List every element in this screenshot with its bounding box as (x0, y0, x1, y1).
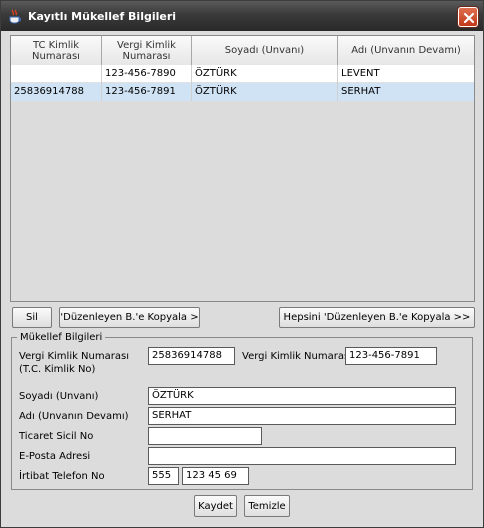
telefon-area-code-field[interactable]: 555 (148, 467, 179, 485)
table-header: TC Kimlik Numarası Vergi Kimlik Numarası… (11, 36, 474, 65)
delete-button[interactable]: Sil (12, 307, 52, 328)
telefon-number-field[interactable]: 123 45 69 (182, 467, 249, 485)
group-title: Mükellef Bilgileri (17, 331, 106, 344)
column-header-soyad[interactable]: Soyadı (Unvanı) (192, 36, 338, 65)
table-row-selected[interactable]: 25836914788 123-456-7891 ÖZTÜRK SERHAT (11, 83, 474, 101)
cell-soyad: ÖZTÜRK (192, 65, 338, 83)
eposta-label: E-Posta Adresi (19, 451, 91, 462)
ticaret-sicil-field[interactable] (148, 427, 262, 445)
table-row[interactable]: 123-456-7890 ÖZTÜRK LEVENT (11, 65, 474, 83)
ad-field[interactable]: SERHAT (148, 407, 456, 425)
title-bar[interactable]: Kayıtlı Mükellef Bilgileri (1, 1, 483, 31)
column-header-tc[interactable]: TC Kimlik Numarası (11, 36, 102, 65)
telefon-label: İrtibat Telefon No (19, 471, 105, 482)
cell-ad: LEVENT (341, 68, 380, 79)
close-button[interactable] (458, 7, 478, 27)
column-header-ad[interactable]: Adı (Unvanın Devamı) (338, 36, 474, 65)
cell-vkn: 123-456-7891 (102, 83, 192, 101)
window-title: Kayıtlı Mükellef Bilgileri (28, 10, 177, 23)
copy-all-to-editor-button[interactable]: Hepsini 'Düzenleyen B.'e Kopyala >> (279, 307, 475, 328)
taxpayer-table[interactable]: TC Kimlik Numarası Vergi Kimlik Numarası… (10, 35, 475, 302)
save-button[interactable]: Kaydet (194, 495, 237, 517)
vkn-field[interactable]: 123-456-7891 (345, 347, 437, 365)
column-header-vkn[interactable]: Vergi Kimlik Numarası (102, 36, 192, 65)
cell-soyad: ÖZTÜRK (192, 83, 338, 101)
vkn-tc-field[interactable]: 25836914788 (148, 347, 235, 365)
cell-tc (11, 65, 102, 83)
eposta-field[interactable] (148, 447, 456, 465)
ticaret-sicil-label: Ticaret Sicil No (19, 431, 94, 442)
vkn-tc-label-line2: (T.C. Kimlik No) (19, 364, 96, 375)
cell-tc: 25836914788 (11, 83, 102, 101)
soyad-label: Soyadı (Unvanı) (19, 391, 99, 402)
java-cup-icon (7, 9, 23, 25)
clear-button[interactable]: Temizle (244, 495, 290, 517)
vkn-label: Vergi Kimlik Numarası (242, 351, 352, 362)
copy-to-editor-button[interactable]: 'Düzenleyen B.'e Kopyala > (59, 307, 200, 328)
cell-ad: SERHAT (341, 86, 381, 97)
ad-label: Adı (Unvanın Devamı) (19, 411, 129, 422)
soyad-field[interactable]: ÖZTÜRK (148, 387, 456, 405)
close-icon (463, 12, 475, 24)
dialog-window: Kayıtlı Mükellef Bilgileri TC Kimlik Num… (0, 0, 484, 528)
cell-vkn: 123-456-7890 (102, 65, 192, 83)
vkn-tc-label-line1: Vergi Kimlik Numarası (19, 351, 129, 362)
